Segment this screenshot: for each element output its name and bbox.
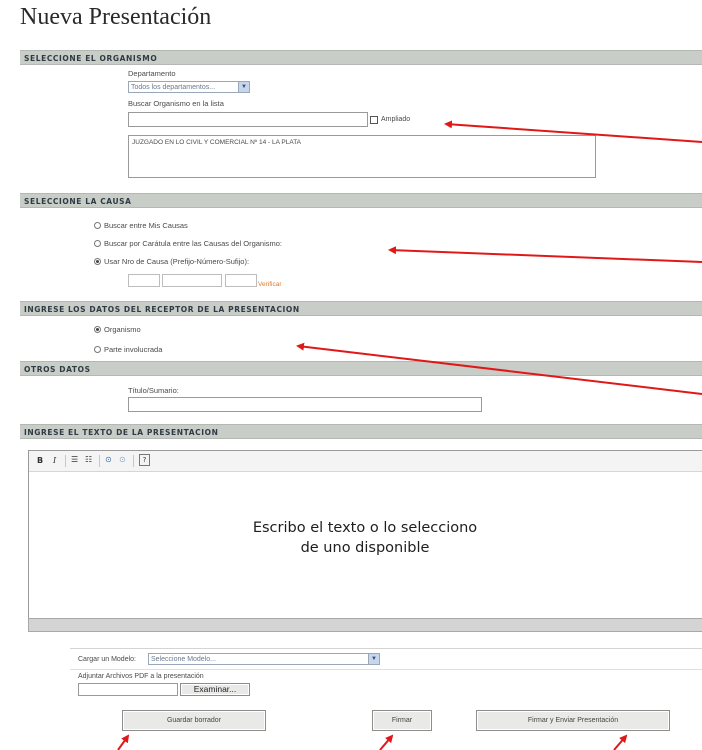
arrow-to-firmar-enviar xyxy=(613,734,628,750)
arrow-to-firmar xyxy=(379,734,394,750)
arrow-to-ampliado xyxy=(444,120,702,143)
arrow-to-guardar xyxy=(117,734,130,750)
arrow-to-receptor xyxy=(296,342,702,395)
annotation-arrows xyxy=(117,120,702,750)
arrow-to-causa xyxy=(388,246,702,263)
